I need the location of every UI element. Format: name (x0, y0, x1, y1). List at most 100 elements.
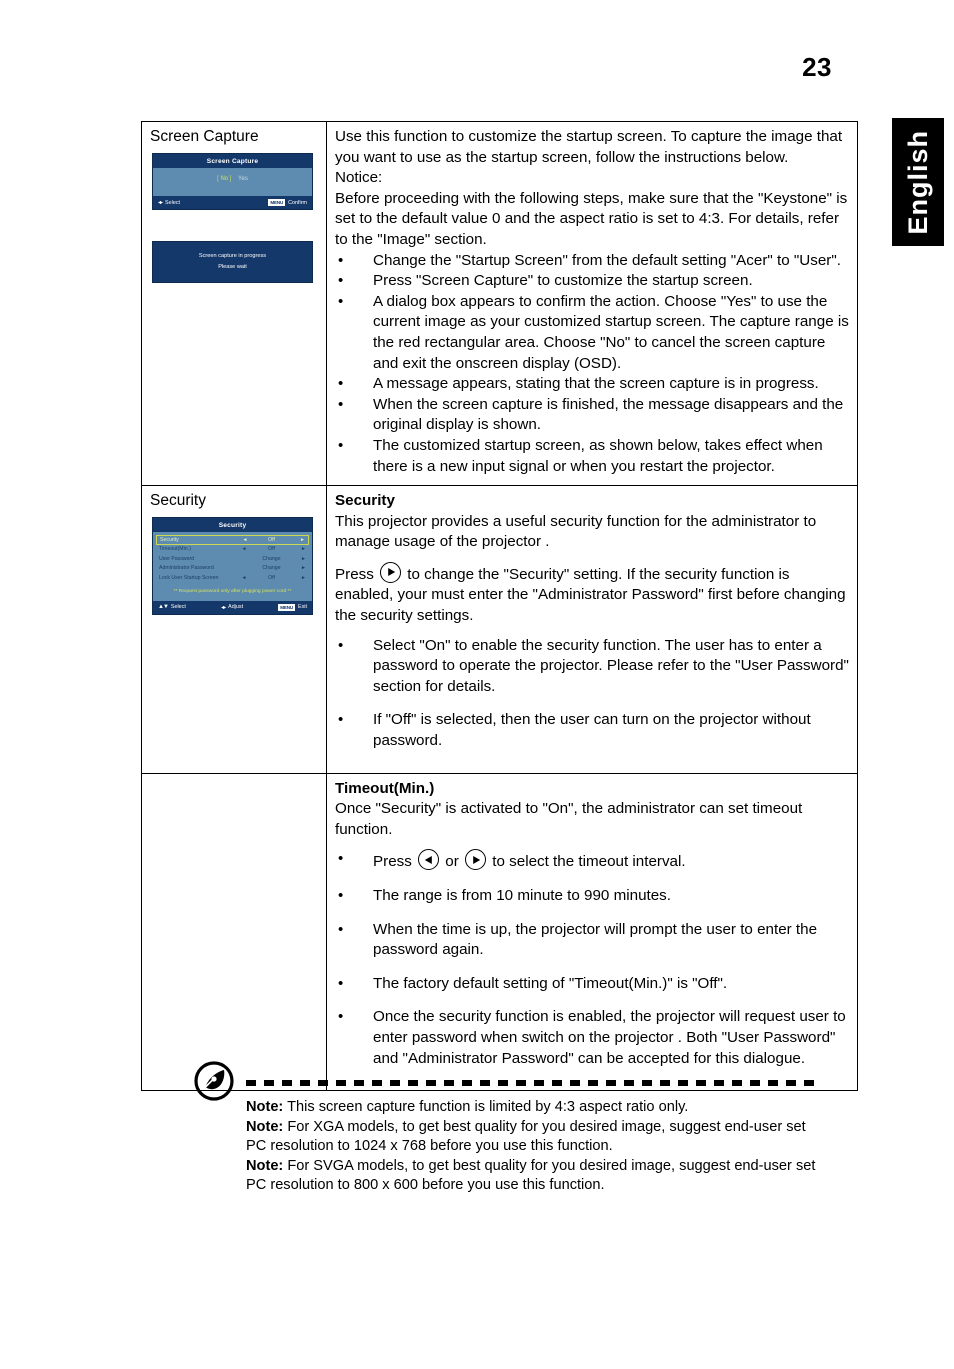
osd-row-value: Off (268, 536, 275, 543)
section-heading-timeout: Timeout(Min.) (335, 779, 435, 797)
osd-footer: ▲▼ Select ◂▸ Adjust MENU Exit (153, 600, 312, 614)
right-arrow-key-icon (380, 561, 402, 583)
list-item: Press "Screen Capture" to customize the … (335, 271, 849, 292)
menu-key-icon: MENU (278, 603, 295, 611)
left-arrow-icon[interactable]: ◄ (237, 546, 251, 552)
osd-choice-no[interactable]: [ No ] (217, 176, 231, 182)
osd-footer-confirm: MENU Confirm (268, 199, 307, 206)
osd-choice-row: [ No ] Yes (153, 168, 312, 196)
osd-screen-capture-dialog: Screen Capture [ No ] Yes ◂▸ Select MENU (152, 153, 313, 210)
page-number: 23 (802, 52, 832, 82)
osd-choice-yes[interactable]: Yes (238, 176, 248, 182)
list-item: Change the "Startup Screen" from the def… (335, 251, 849, 272)
dashed-divider (246, 1080, 820, 1086)
osd-row-lock-user-startup-screen[interactable]: Lock User Startup Screen ◄ Off ► (156, 573, 309, 583)
table-cell-body-security: Security This projector provides a usefu… (326, 485, 858, 774)
intro-paragraph-1: Use this function to customize the start… (335, 128, 843, 166)
osd-footer-select-label: Select (165, 199, 181, 206)
table-cell-body-timeout: Timeout(Min.) Once "Security" is activat… (326, 772, 858, 1092)
intro-notice-label: Notice: (335, 169, 383, 187)
press-label: Press (335, 565, 374, 583)
timeout-paragraph-1: Once "Security" is activated to "On", th… (335, 800, 803, 838)
osd-row-value: Change (262, 565, 281, 572)
osd-progress-line2: Please wait (218, 264, 247, 270)
table-cell-label-security: Security Security Security ◄ Off ► Timeo… (141, 485, 327, 774)
right-arrow-icon[interactable]: ► (292, 556, 306, 562)
security-bullets: Select "On" to enable the security funct… (335, 636, 849, 752)
list-item: The factory default setting of "Timeout(… (335, 974, 849, 995)
osd-capture-progress: Screen capture in progress Please wait (152, 241, 313, 283)
note-item: Note: For XGA models, to get best qualit… (246, 1118, 826, 1157)
table-row: Timeout(Min.) Once "Security" is activat… (141, 772, 858, 1092)
list-item: A message appears, stating that the scre… (335, 374, 849, 395)
osd-row-value: Off (268, 546, 275, 553)
list-item: Select "On" to enable the security funct… (335, 636, 849, 698)
osd-title: Screen Capture (153, 154, 312, 168)
language-tab-label: English (902, 129, 933, 235)
list-item: If "Off" is selected, then the user can … (335, 710, 849, 751)
row-label-security: Security (150, 492, 206, 510)
osd-title: Security (153, 518, 312, 533)
note-body: For XGA models, to get best quality for … (246, 1118, 806, 1155)
osd-footer-exit-label: Exit (298, 604, 307, 611)
security-paragraph-1: This projector provides a useful securit… (335, 512, 817, 551)
osd-row-name: Administrator Password (159, 565, 214, 572)
left-arrow-icon[interactable]: ◄ (238, 537, 252, 543)
list-item: A dialog box appears to confirm the acti… (335, 292, 849, 374)
list-item-press-keys: Press or to select the timeout interval. (335, 849, 849, 873)
or-label: or (445, 853, 459, 871)
osd-security-rows: Security ◄ Off ► Timeout(Min.) ◄ Off ► U… (153, 532, 312, 601)
content-table: Screen Capture Screen Capture [ No ] Yes… (141, 120, 858, 1092)
left-arrow-icon[interactable]: ◄ (237, 575, 251, 581)
press-label: Press (373, 853, 412, 871)
right-arrow-icon[interactable]: ► (292, 565, 306, 571)
table-row: Screen Capture Screen Capture [ No ] Yes… (141, 120, 858, 487)
timeout-bullets: Press or to select the timeout interval.… (335, 849, 849, 1069)
security-paragraph-2: Press to change the "Security" setting. … (335, 561, 849, 627)
osd-row-timeout[interactable]: Timeout(Min.) ◄ Off ► (156, 545, 309, 555)
note-label: Note: (246, 1157, 284, 1174)
note-pen-icon (194, 1061, 234, 1101)
security-paragraph-2-rest: to change the "Security" setting. If the… (335, 565, 846, 625)
section-heading-security: Security (335, 492, 395, 510)
list-item: When the screen capture is finished, the… (335, 395, 849, 436)
note-body: For SVGA models, to get best quality for… (246, 1157, 816, 1194)
osd-row-user-password[interactable]: User Password Change ► (156, 554, 309, 564)
row-label-screen-capture: Screen Capture (150, 128, 259, 145)
osd-footer-adjust-label: Adjust (228, 604, 244, 611)
osd-progress-line1: Screen capture in progress (198, 253, 267, 259)
osd-row-security[interactable]: Security ◄ Off ► (156, 535, 309, 545)
list-item: When the time is up, the projector will … (335, 920, 849, 961)
osd-footer: ◂▸ Select MENU Confirm (153, 196, 312, 209)
note-item: Note: This screen capture function is li… (246, 1098, 826, 1118)
osd-row-name: Security (160, 536, 179, 543)
left-right-arrows-icon: ◂▸ (158, 200, 163, 206)
osd-footer-adjust: ◂▸ Adjust (221, 604, 243, 611)
note-label: Note: (246, 1099, 284, 1115)
table-cell-label-empty (141, 772, 327, 1092)
right-arrow-icon[interactable]: ► (292, 575, 306, 581)
left-arrow-key-icon (418, 849, 440, 871)
screen-capture-bullets: Change the "Startup Screen" from the def… (335, 251, 849, 478)
right-arrow-icon[interactable]: ► (291, 537, 305, 543)
table-cell-body-screen-capture: Use this function to customize the start… (326, 120, 858, 487)
note-item: Note: For SVGA models, to get best quali… (246, 1157, 826, 1196)
intro-paragraph-2: Before proceeding with the following ste… (335, 189, 848, 248)
right-arrow-icon[interactable]: ► (292, 546, 306, 552)
table-row: Security Security Security ◄ Off ► Timeo… (141, 485, 858, 774)
table-cell-label-screen-capture: Screen Capture Screen Capture [ No ] Yes… (141, 120, 327, 487)
language-tab: English (892, 118, 944, 246)
left-right-arrows-icon: ◂▸ (221, 604, 226, 611)
osd-row-administrator-password[interactable]: Administrator Password Change ► (156, 564, 309, 574)
osd-footer-confirm-label: Confirm (288, 199, 307, 206)
note-label: Note: (246, 1118, 284, 1135)
osd-row-name: Lock User Startup Screen (159, 574, 219, 581)
up-down-arrows-icon: ▲▼ (158, 604, 169, 611)
screen-capture-intro: Use this function to customize the start… (335, 127, 849, 251)
osd-security-menu: Security Security ◄ Off ► Timeout(Min.) … (152, 517, 313, 615)
osd-footer-select: ▲▼ Select (158, 604, 186, 610)
note-body: This screen capture function is limited … (283, 1099, 689, 1115)
